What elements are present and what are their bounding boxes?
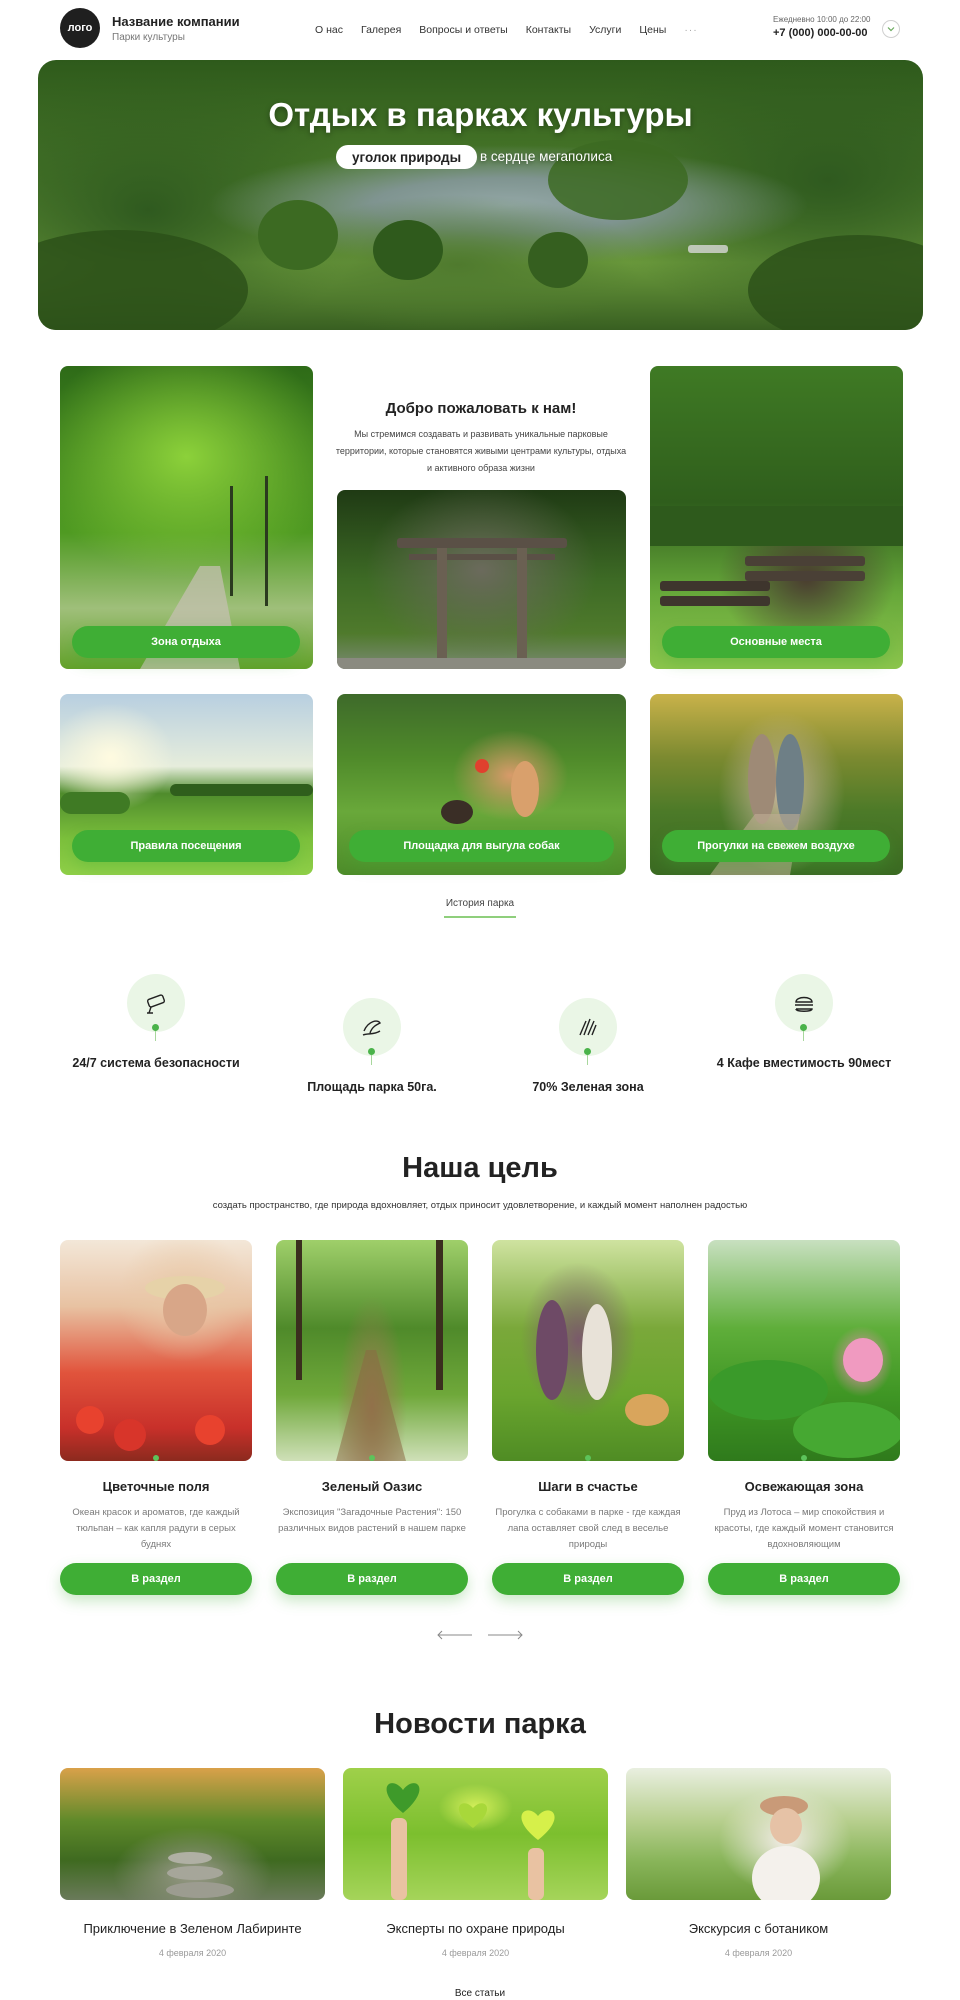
main-places-button[interactable]: Основные места: [662, 626, 890, 658]
card-section-button[interactable]: В раздел: [708, 1563, 900, 1595]
card-section-button[interactable]: В раздел: [60, 1563, 252, 1595]
card-title: Шаги в счастье: [538, 1479, 638, 1494]
card-flower-fields-image[interactable]: [60, 1240, 252, 1461]
news-image-experts[interactable]: [343, 1768, 608, 1900]
logo[interactable]: лого: [60, 8, 100, 48]
goal-subtitle: создать пространство, где природа вдохно…: [212, 1200, 748, 1211]
company-subtitle: Парки культуры: [112, 32, 185, 43]
opening-hours: Ежедневно 10:00 до 22:00: [773, 15, 871, 24]
arrow-left-icon[interactable]: [437, 1630, 473, 1640]
card-section-button[interactable]: В раздел: [492, 1563, 684, 1595]
tile-rest-zone-image[interactable]: [60, 366, 313, 669]
news-date: 4 февраля 2020: [158, 1948, 227, 1958]
hero-banner: Отдых в парках культуры уголок природы в…: [38, 60, 923, 330]
all-articles-link[interactable]: Все статьи: [420, 1988, 540, 1999]
nav-item-contacts[interactable]: Контакты: [526, 24, 571, 36]
stat-connector: [155, 1031, 156, 1041]
nav-item-about[interactable]: О нас: [315, 24, 343, 36]
stat-area: Площадь парка 50га.: [307, 1080, 437, 1094]
stat-marker: [584, 1048, 591, 1055]
card-refresh-zone-image[interactable]: [708, 1240, 900, 1461]
stat-connector: [587, 1055, 588, 1065]
rest-zone-button[interactable]: Зона отдыха: [72, 626, 300, 658]
hero-highlight-pill: уголок природы: [336, 145, 478, 169]
goal-title: Наша цель: [402, 1152, 558, 1184]
stat-green-zone: 70% Зеленая зона: [532, 1080, 644, 1094]
news-image-botanist[interactable]: [626, 1768, 891, 1900]
nav-item-gallery[interactable]: Галерея: [361, 24, 401, 36]
news-date: 4 февраля 2020: [724, 1948, 793, 1958]
card-section-button[interactable]: В раздел: [276, 1563, 468, 1595]
history-link-underline: [444, 916, 516, 918]
card-title: Зеленый Оазис: [321, 1479, 423, 1494]
card-description: Океан красок и ароматов, где каждый тюль…: [72, 1507, 240, 1550]
stat-marker: [368, 1048, 375, 1055]
card-marker: [369, 1455, 375, 1461]
site-header: лого Название компании Парки культуры О …: [0, 0, 960, 58]
news-item-title[interactable]: Эксперты по охране природы: [343, 1921, 608, 1936]
chevron-down-icon[interactable]: [882, 20, 900, 38]
dog-area-button[interactable]: Площадка для выгула собак: [349, 830, 614, 862]
card-description: Экспозиция "Загадочные Растения": 150 ра…: [278, 1507, 466, 1534]
news-title: Новости парка: [374, 1708, 586, 1740]
tile-main-places-image[interactable]: [650, 366, 903, 669]
card-description: Пруд из Лотоса – мир спокойствия и красо…: [714, 1507, 894, 1550]
news-image-labyrinth[interactable]: [60, 1768, 325, 1900]
walks-button[interactable]: Прогулки на свежем воздухе: [662, 830, 890, 862]
stat-marker: [800, 1024, 807, 1031]
nav-item-faq[interactable]: Вопросы и ответы: [419, 24, 507, 36]
hero-title: Отдых в парках культуры: [268, 96, 693, 133]
stat-connector: [371, 1055, 372, 1065]
phone-number[interactable]: +7 (000) 000-00-00: [773, 27, 867, 39]
rules-button[interactable]: Правила посещения: [72, 830, 300, 862]
card-happy-steps-image[interactable]: [492, 1240, 684, 1461]
stat-connector: [803, 1031, 804, 1041]
stat-security: 24/7 система безопасности: [72, 1056, 240, 1070]
nav-more-icon[interactable]: ···: [684, 24, 698, 36]
card-title: Цветочные поля: [102, 1479, 210, 1494]
news-item-title[interactable]: Экскурсия с ботаником: [626, 1921, 891, 1936]
card-green-oasis-image[interactable]: [276, 1240, 468, 1461]
card-marker: [801, 1455, 807, 1461]
welcome-title: Добро пожаловать к нам!: [385, 400, 577, 417]
nav-item-services[interactable]: Услуги: [589, 24, 621, 36]
news-date: 4 февраля 2020: [441, 1948, 510, 1958]
card-title: Освежающая зона: [744, 1479, 864, 1494]
company-name: Название компании: [112, 14, 240, 29]
card-description: Прогулка с собаками в парке - где каждая…: [495, 1507, 681, 1550]
history-link[interactable]: История парка: [440, 898, 520, 909]
card-marker: [585, 1455, 591, 1461]
torii-gate-image: [337, 490, 626, 669]
card-marker: [153, 1455, 159, 1461]
nav-item-prices[interactable]: Цены: [639, 24, 666, 36]
arrow-right-icon[interactable]: [487, 1630, 523, 1640]
hero-subtitle: в сердце мегаполиса: [480, 149, 613, 164]
stat-cafe: 4 Кафе вместимость 90мест: [716, 1056, 892, 1070]
main-nav: О нас Галерея Вопросы и ответы Контакты …: [315, 24, 698, 36]
news-item-title[interactable]: Приключение в Зеленом Лабиринте: [60, 1921, 325, 1936]
stat-marker: [152, 1024, 159, 1031]
welcome-text: Мы стремимся создавать и развивать уника…: [335, 429, 627, 473]
